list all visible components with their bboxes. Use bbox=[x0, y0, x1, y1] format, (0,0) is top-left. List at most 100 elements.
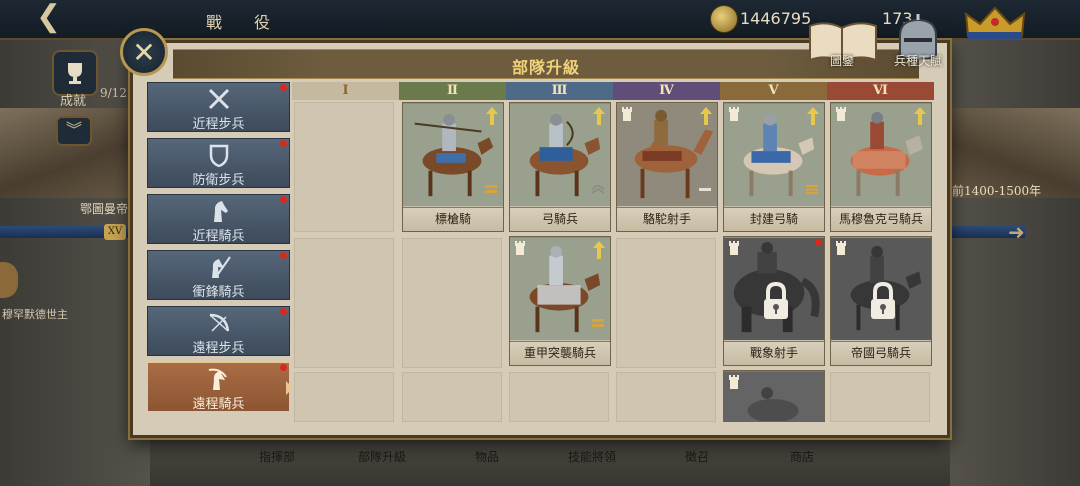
tower-icon bbox=[729, 241, 739, 255]
category-label: 衝鋒騎兵 bbox=[192, 285, 245, 300]
unit-card-heavy-raider[interactable]: 重甲突襲騎兵 bbox=[509, 236, 611, 366]
unit-name: 馬穆魯克弓騎兵 bbox=[831, 207, 931, 231]
upgrade-arrow-icon bbox=[807, 107, 819, 125]
notification-dot bbox=[280, 252, 287, 259]
nav-items[interactable]: 物品 bbox=[447, 448, 527, 465]
empty-slot bbox=[294, 102, 394, 232]
nav-recruit[interactable]: 徵召 bbox=[657, 448, 737, 465]
upgrade-arrow-icon bbox=[700, 107, 712, 125]
trophy-icon bbox=[68, 63, 82, 84]
selected-arrow-icon bbox=[286, 381, 293, 395]
unit-card-war-elephant-archer[interactable]: 戰象射手 bbox=[723, 236, 825, 366]
tier-6-header: Ⅵ bbox=[827, 82, 934, 100]
tier-4-header: Ⅳ bbox=[613, 82, 720, 100]
codex-label: 圖鑒 bbox=[830, 54, 855, 68]
rank-bars-icon bbox=[485, 185, 497, 193]
empty-slot bbox=[830, 372, 930, 422]
unit-card-imperial-horse-archer[interactable]: 帝國弓騎兵 bbox=[830, 236, 932, 366]
close-button[interactable]: ✕ bbox=[120, 28, 168, 76]
back-button[interactable]: ❮ bbox=[36, 2, 106, 34]
notification-dot bbox=[280, 364, 287, 371]
empty-slot bbox=[402, 372, 502, 422]
empty-slot bbox=[509, 372, 609, 422]
bow-icon bbox=[209, 313, 230, 332]
achievement-label: 成就 bbox=[60, 94, 87, 109]
rank-bars-icon bbox=[592, 319, 604, 327]
nav-skills[interactable]: 技能將領 bbox=[552, 448, 632, 465]
notification-dot bbox=[815, 239, 822, 246]
crown-icon[interactable] bbox=[960, 2, 1030, 42]
expand-button[interactable]: ︾ bbox=[56, 116, 92, 146]
shield-icon bbox=[209, 144, 229, 167]
tower-icon bbox=[729, 375, 739, 389]
empty-slot bbox=[294, 238, 394, 368]
tier-3-header: Ⅲ bbox=[506, 82, 613, 100]
upgrade-arrow-icon bbox=[914, 107, 926, 125]
empty-slot bbox=[616, 238, 716, 368]
right-panel bbox=[945, 40, 1080, 486]
coin-icon bbox=[710, 5, 738, 33]
unit-name: 標槍騎 bbox=[403, 207, 503, 231]
empty-slot bbox=[616, 372, 716, 422]
tier-2-header: Ⅱ bbox=[399, 82, 506, 100]
horse-archer-icon bbox=[208, 368, 227, 390]
tower-icon bbox=[836, 107, 846, 121]
next-arrow-icon[interactable]: ➜ bbox=[1008, 220, 1025, 244]
century-badge: XV bbox=[104, 224, 126, 240]
unit-card-javelin-rider[interactable]: 標槍騎 bbox=[402, 102, 504, 232]
lock-icon bbox=[871, 281, 895, 319]
achievement-progress: 9/12 bbox=[100, 86, 127, 100]
ruler-name: 穆罕默德世主 bbox=[2, 308, 68, 321]
unit-card-camel-archer[interactable]: 駱駝射手 bbox=[616, 102, 718, 232]
tier-1-header: Ⅰ bbox=[292, 82, 399, 100]
nav-command[interactable]: 指揮部 bbox=[237, 448, 317, 465]
crossed-swords-icon bbox=[208, 88, 230, 110]
category-ranged-cavalry[interactable]: 遠程騎兵 bbox=[147, 362, 293, 412]
notification-dot bbox=[280, 196, 287, 203]
category-melee-cavalry[interactable]: 近程騎兵 bbox=[147, 194, 290, 244]
category-defense-infantry[interactable]: 防衛步兵 bbox=[147, 138, 290, 188]
nav-shop[interactable]: 商店 bbox=[762, 448, 842, 465]
category-label: 遠程步兵 bbox=[192, 341, 245, 356]
category-label: 近程步兵 bbox=[192, 117, 245, 132]
notification-dot bbox=[280, 308, 287, 315]
tower-icon bbox=[515, 241, 525, 255]
unit-card-feudal-horse-archer[interactable]: 封建弓騎 bbox=[723, 102, 825, 232]
category-melee-infantry[interactable]: 近程步兵 bbox=[147, 82, 290, 132]
unit-card-mamluk-horse-archer[interactable]: 馬穆魯克弓騎兵 bbox=[830, 102, 932, 232]
unit-name: 弓騎兵 bbox=[510, 207, 610, 231]
upgrade-arrow-icon bbox=[593, 241, 605, 259]
tier-5-header: Ⅴ bbox=[720, 82, 827, 100]
tower-icon bbox=[622, 107, 632, 121]
unit-name: 駱駝射手 bbox=[617, 207, 717, 231]
chevron-rank-icon bbox=[592, 185, 604, 194]
unit-card-horse-archer[interactable]: 弓騎兵 bbox=[509, 102, 611, 232]
talent-label: 兵種天賦 bbox=[894, 54, 943, 68]
notification-dot bbox=[280, 84, 287, 91]
unit-name: 重甲突襲騎兵 bbox=[510, 341, 610, 365]
notification-dot bbox=[280, 140, 287, 147]
rank-bar-icon bbox=[699, 188, 711, 191]
coin-count: 1446795 bbox=[740, 9, 812, 28]
unit-card-locked[interactable] bbox=[723, 370, 825, 422]
era-title: 鄂圖曼帝 bbox=[80, 202, 129, 216]
screen-title: 戰 役 bbox=[206, 13, 279, 32]
category-charge-cavalry[interactable]: 衝鋒騎兵 bbox=[147, 250, 290, 300]
era-progress-bar bbox=[0, 226, 150, 238]
lance-horse-icon bbox=[212, 256, 231, 278]
tower-icon bbox=[729, 107, 739, 121]
upgrade-arrow-icon bbox=[593, 107, 605, 125]
unit-name: 帝國弓騎兵 bbox=[831, 341, 931, 365]
horse-head-icon bbox=[214, 201, 228, 222]
double-chevron-icon: ︾ bbox=[65, 120, 82, 139]
category-label: 防衛步兵 bbox=[192, 173, 245, 188]
category-label: 近程騎兵 bbox=[192, 229, 245, 244]
unit-name: 戰象射手 bbox=[724, 341, 824, 365]
category-ranged-infantry[interactable]: 遠程步兵 bbox=[147, 306, 290, 356]
tower-icon bbox=[836, 241, 846, 255]
back-arrow-icon: ❮ bbox=[36, 0, 62, 34]
empty-slot bbox=[294, 372, 394, 422]
category-label: 遠程騎兵 bbox=[192, 397, 245, 412]
unit-name: 封建弓騎 bbox=[724, 207, 824, 231]
nav-upgrade[interactable]: 部隊升級 bbox=[342, 448, 422, 465]
